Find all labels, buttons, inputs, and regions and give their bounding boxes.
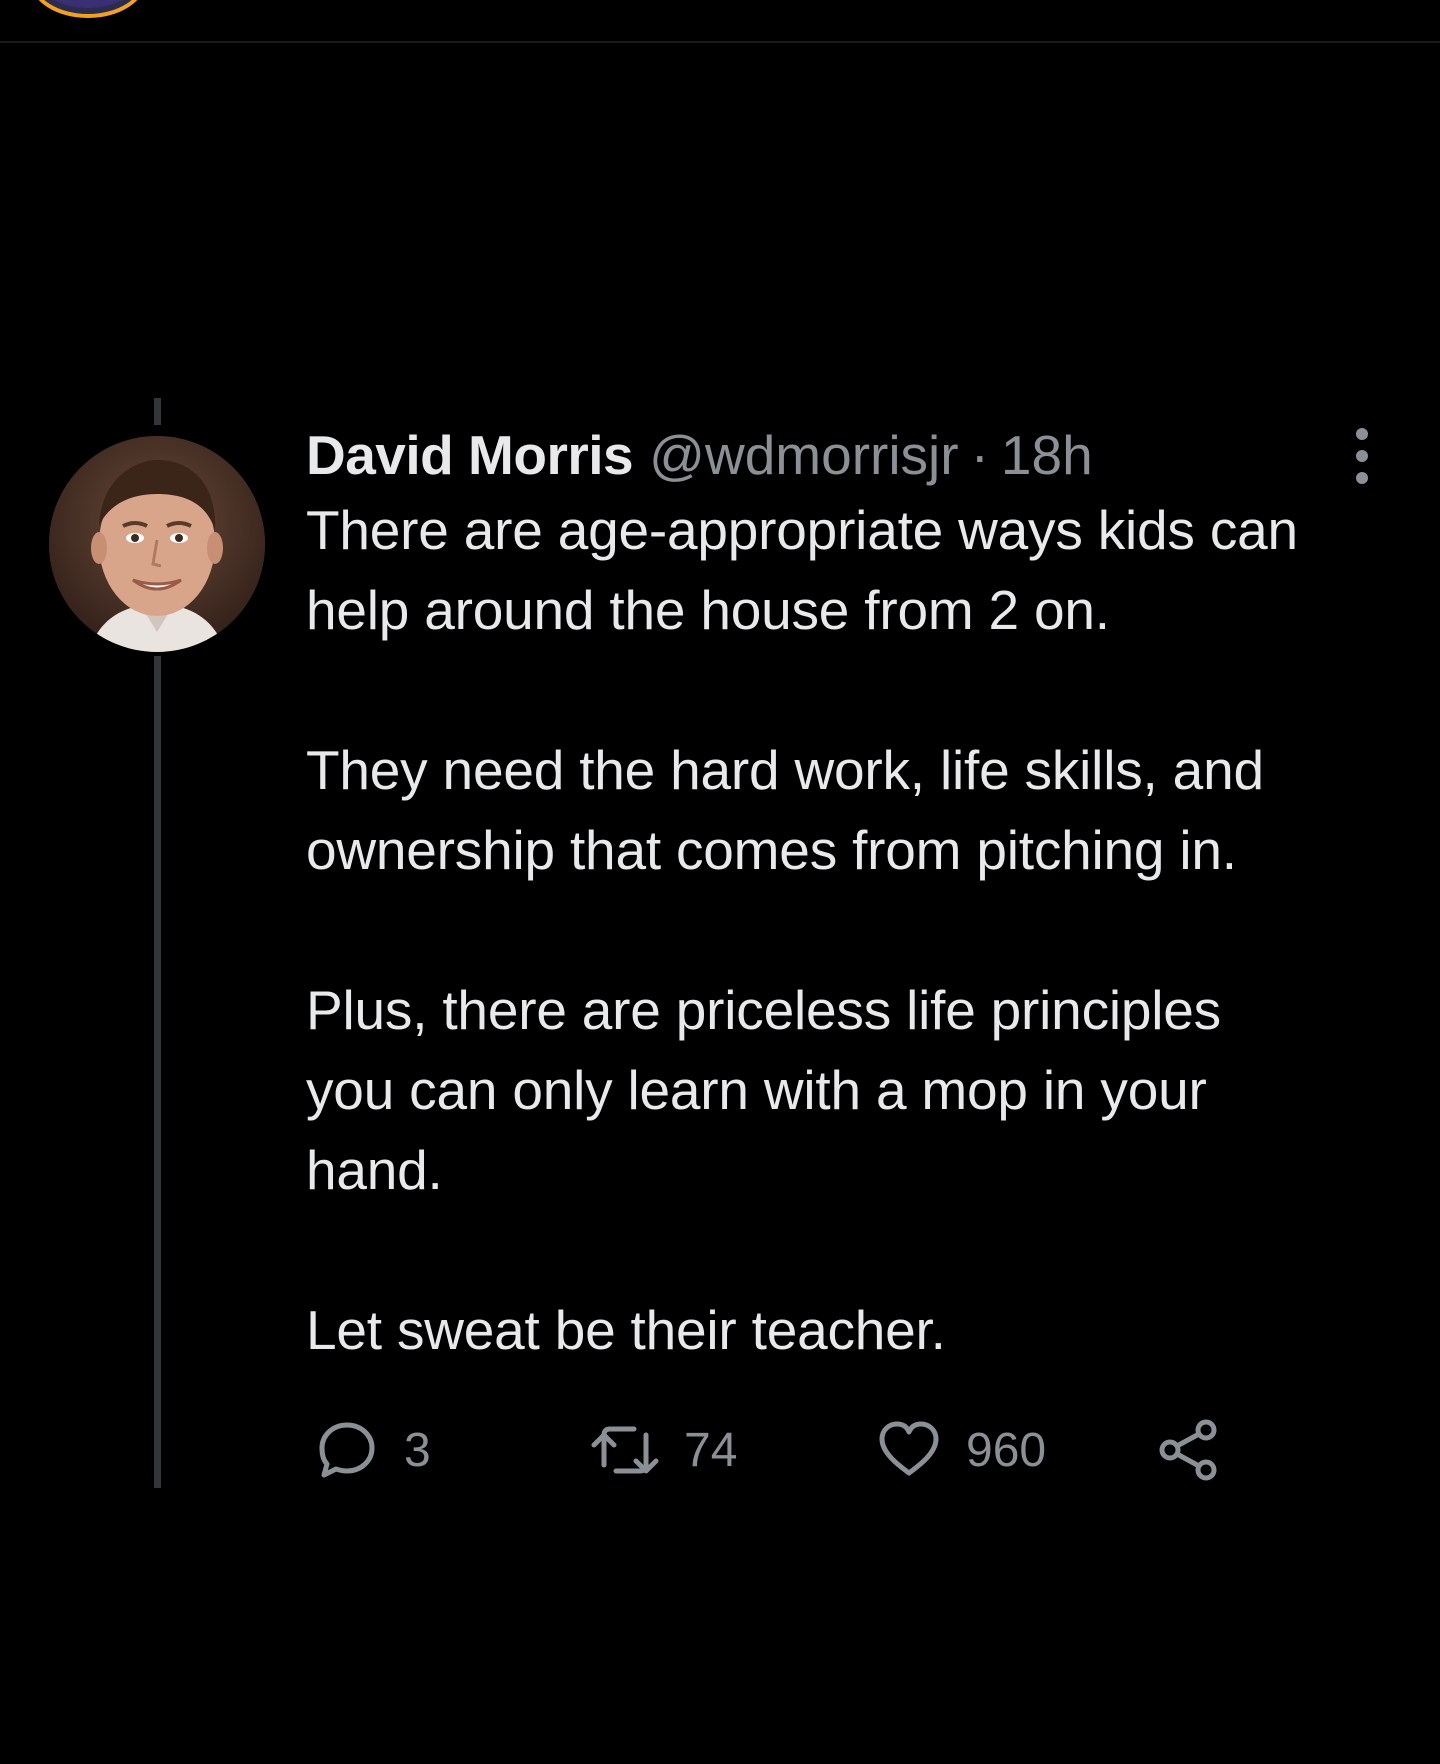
reply-button[interactable]: 3 [314, 1410, 431, 1490]
author-handle[interactable]: @wdmorrisjr [649, 420, 958, 490]
tweet-header: David Morris @wdmorrisjr · 18h [306, 420, 1396, 490]
tweet-paragraph-2: They need the hard work, life skills, an… [306, 739, 1264, 881]
tweet-paragraph-4: Let sweat be their teacher. [306, 1299, 946, 1361]
tweet-text: There are age-appropriate ways kids can … [306, 490, 1396, 1370]
avatar-portrait [49, 436, 265, 652]
tweet-actions: 3 74 960 [306, 1410, 1306, 1490]
more-options-button[interactable] [1350, 428, 1374, 488]
tweet-paragraph-1: There are age-appropriate ways kids can … [306, 499, 1298, 641]
story-avatar-ring[interactable] [30, 0, 146, 18]
share-icon [1159, 1419, 1217, 1481]
reply-icon [319, 1422, 375, 1478]
timestamp[interactable]: 18h [1001, 420, 1093, 490]
retweet-icon [591, 1426, 659, 1474]
top-divider [0, 41, 1440, 43]
separator-dot: · [970, 424, 989, 486]
share-button[interactable] [1156, 1410, 1222, 1490]
reply-count: 3 [404, 1423, 431, 1477]
author-name[interactable]: David Morris [306, 420, 634, 490]
thread-line-top [154, 398, 161, 425]
retweet-button[interactable]: 74 [590, 1410, 737, 1490]
retweet-count: 74 [684, 1423, 738, 1477]
thread-line [154, 656, 161, 1488]
tweet-paragraph-3: Plus, there are priceless life principle… [306, 979, 1221, 1201]
story-avatar [40, 0, 136, 8]
heart-icon [879, 1421, 939, 1476]
like-button[interactable]: 960 [876, 1410, 1046, 1490]
author-avatar[interactable] [49, 436, 265, 652]
like-count: 960 [966, 1423, 1047, 1477]
tweet[interactable]: David Morris @wdmorrisjr · 18h There are… [306, 420, 1396, 1370]
